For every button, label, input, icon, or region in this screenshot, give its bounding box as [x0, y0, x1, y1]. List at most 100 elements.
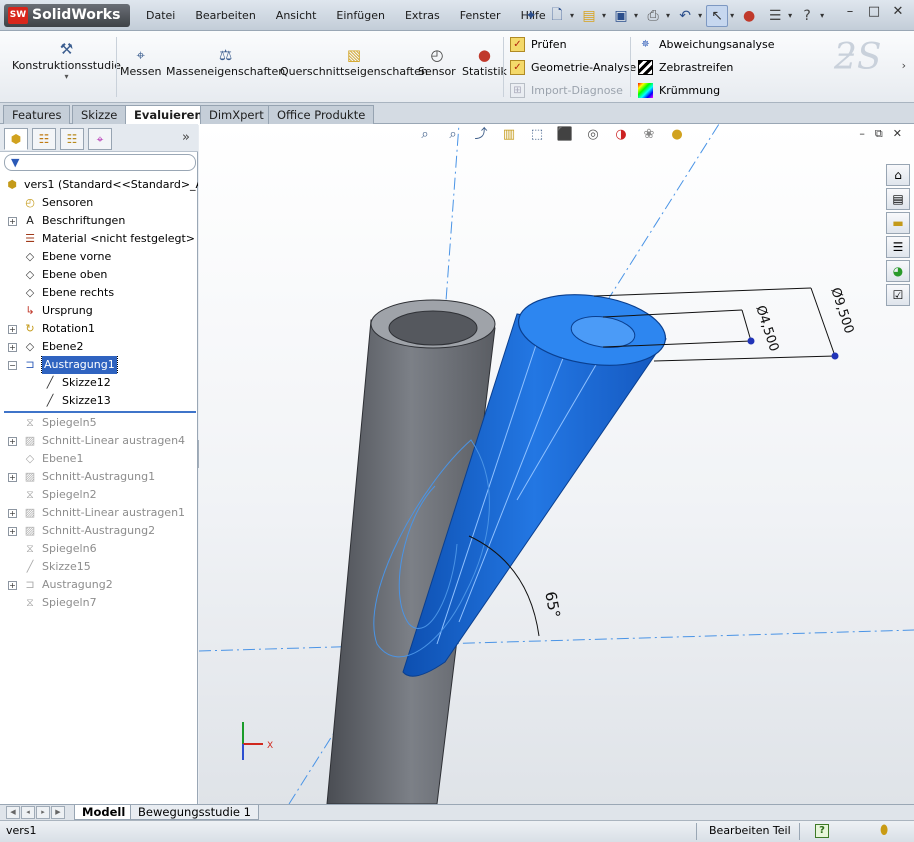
- undo-icon[interactable]: ↶: [674, 5, 696, 27]
- kruemmung-button[interactable]: Krümmung: [638, 80, 720, 100]
- open-dropdown-icon[interactable]: ▾: [602, 11, 606, 20]
- previous-view-icon[interactable]: ⤴: [471, 125, 491, 145]
- display-style-icon[interactable]: ⬛: [555, 125, 575, 145]
- tree-node[interactable]: ☰ Material <nicht festgelegt>: [0, 230, 198, 248]
- help-dropdown-icon[interactable]: ▾: [820, 11, 824, 20]
- view-palette-icon[interactable]: ☰: [886, 236, 910, 258]
- help-question-icon[interactable]: ?: [796, 5, 818, 27]
- first-tab-icon[interactable]: ◀: [6, 806, 20, 819]
- tab-office-produkte[interactable]: Office Produkte: [268, 105, 375, 124]
- select-arrow-icon[interactable]: ↖: [706, 4, 729, 27]
- property-manager-tab-icon[interactable]: ☷: [32, 128, 56, 150]
- feature-filter-input[interactable]: ▼: [4, 154, 196, 171]
- home-icon[interactable]: ⌂: [886, 164, 910, 186]
- pin-icon[interactable]: ✦: [520, 5, 542, 27]
- tree-node[interactable]: ⧖ Spiegeln7: [0, 594, 198, 612]
- menu-extras[interactable]: Extras: [395, 0, 450, 31]
- solidworks-logo[interactable]: SW SolidWorks: [4, 4, 130, 27]
- tree-node[interactable]: ╱ Skizze13: [0, 392, 198, 410]
- statistik-button[interactable]: ● Statistik: [462, 45, 507, 78]
- tree-node[interactable]: + ▨ Schnitt-Linear austragen1: [0, 504, 198, 522]
- abweichungsanalyse-button[interactable]: ✵ Abweichungsanalyse: [638, 34, 774, 54]
- menu-einfuegen[interactable]: Einfügen: [326, 0, 395, 31]
- pruefen-button[interactable]: ✓ Prüfen: [510, 34, 567, 54]
- command-manager-expand-icon[interactable]: ›: [902, 59, 906, 72]
- menu-bearbeiten[interactable]: Bearbeiten: [185, 0, 265, 31]
- tree-node[interactable]: + ▨ Schnitt-Linear austragen4: [0, 432, 198, 450]
- options-dropdown-icon[interactable]: ▾: [788, 11, 792, 20]
- hide-show-items-icon[interactable]: ◎: [583, 125, 603, 145]
- expand-toggle-icon[interactable]: +: [8, 217, 17, 226]
- tab-features[interactable]: Features: [3, 105, 71, 124]
- traffic-light-icon[interactable]: ●: [738, 5, 760, 27]
- tree-node[interactable]: ⧖ Spiegeln5: [0, 414, 198, 432]
- tab-skizze[interactable]: Skizze: [72, 105, 127, 124]
- edit-appearance-icon[interactable]: ◑: [611, 125, 631, 145]
- expand-toggle-icon[interactable]: +: [8, 581, 17, 590]
- appearances-icon[interactable]: ◕: [886, 260, 910, 282]
- save-icon[interactable]: ▣: [610, 5, 632, 27]
- tree-node[interactable]: ◇ Ebene rechts: [0, 284, 198, 302]
- tree-node[interactable]: + ⊐ Austragung2: [0, 576, 198, 594]
- messen-button[interactable]: ⌖ Messen: [120, 45, 161, 78]
- dimension-outer-diameter[interactable]: Ø9,500: [827, 286, 856, 336]
- open-folder-icon[interactable]: ▤: [578, 5, 600, 27]
- graphics-close-icon[interactable]: ✕: [893, 127, 902, 141]
- options-icon[interactable]: ☰: [764, 5, 786, 27]
- expand-toggle-icon[interactable]: +: [8, 437, 17, 446]
- angle-dimension-text[interactable]: 65°: [541, 590, 563, 619]
- graphics-area[interactable]: 65° Ø9,500 Ø4,500 X ⌕ ⌕ ⤴ ▥ ⬚ ⬛ ◎ ◑ ❀ ● …: [199, 124, 914, 804]
- rollback-bar[interactable]: [4, 411, 196, 413]
- expand-toggle-icon[interactable]: +: [8, 473, 17, 482]
- maximize-icon[interactable]: □: [866, 4, 882, 19]
- expand-toggle-icon[interactable]: +: [8, 509, 17, 518]
- tree-node[interactable]: + ▨ Schnitt-Austragung1: [0, 468, 198, 486]
- tree-node[interactable]: ╱ Skizze12: [0, 374, 198, 392]
- print-icon[interactable]: ⎙: [642, 5, 664, 27]
- graphics-restore-icon[interactable]: ⧉: [875, 127, 883, 141]
- file-explorer-icon[interactable]: ▬: [886, 212, 910, 234]
- model-viewport[interactable]: 65° Ø9,500 Ø4,500 X: [199, 124, 914, 804]
- apply-scene-icon[interactable]: ❀: [639, 125, 659, 145]
- menu-fenster[interactable]: Fenster: [450, 0, 511, 31]
- undo-dropdown-icon[interactable]: ▾: [698, 11, 702, 20]
- zoom-to-fit-icon[interactable]: ⌕: [415, 125, 435, 145]
- custom-properties-icon[interactable]: ☑: [886, 284, 910, 306]
- status-help-icon[interactable]: ?: [815, 824, 829, 838]
- feature-tree-tab-icon[interactable]: ⬢: [4, 128, 28, 150]
- design-library-icon[interactable]: ▤: [886, 188, 910, 210]
- new-document-icon[interactable]: 🗋: [546, 5, 568, 27]
- more-tabs-chevron-icon[interactable]: »: [182, 130, 190, 145]
- select-dropdown-icon[interactable]: ▾: [730, 11, 734, 20]
- tab-evaluieren[interactable]: Evaluieren: [125, 105, 212, 125]
- sensor-button[interactable]: ◴ Sensor: [418, 45, 456, 78]
- view-settings-icon[interactable]: ●: [667, 125, 687, 145]
- tree-node[interactable]: + ◇ Ebene2: [0, 338, 198, 356]
- graphics-minimize-icon[interactable]: –: [859, 127, 865, 141]
- tree-node[interactable]: + ▨ Schnitt-Austragung2: [0, 522, 198, 540]
- tree-node[interactable]: ⧖ Spiegeln2: [0, 486, 198, 504]
- tree-node[interactable]: ╱ Skizze15: [0, 558, 198, 576]
- import-diagnose-button[interactable]: ⊞ Import-Diagnose: [510, 80, 623, 100]
- save-dropdown-icon[interactable]: ▾: [634, 11, 638, 20]
- close-icon[interactable]: ✕: [890, 4, 906, 19]
- tree-node[interactable]: ◴ Sensoren: [0, 194, 198, 212]
- masseneigenschaften-button[interactable]: ⚖ Masseneigenschaften: [166, 45, 285, 78]
- view-orientation-icon[interactable]: ⬚: [527, 125, 547, 145]
- expand-toggle-icon[interactable]: +: [8, 325, 17, 334]
- new-dropdown-icon[interactable]: ▾: [570, 11, 574, 20]
- section-view-icon[interactable]: ▥: [499, 125, 519, 145]
- querschnittseigenschaften-button[interactable]: ▧ Querschnittseigenschaften: [280, 45, 428, 78]
- minimize-icon[interactable]: –: [842, 4, 858, 19]
- dimension-inner-diameter[interactable]: Ø4,500: [752, 304, 781, 354]
- configuration-manager-tab-icon[interactable]: ☷: [60, 128, 84, 150]
- expand-toggle-icon[interactable]: −: [8, 361, 17, 370]
- dimension-handle-inner[interactable]: [747, 337, 755, 345]
- tab-dimxpert[interactable]: DimXpert: [200, 105, 273, 124]
- tag-icon[interactable]: ⬮: [880, 823, 888, 838]
- last-tab-icon[interactable]: ▶: [51, 806, 65, 819]
- tree-node[interactable]: + ↻ Rotation1: [0, 320, 198, 338]
- zoom-to-area-icon[interactable]: ⌕: [443, 125, 463, 145]
- konstruktionsstudie-button[interactable]: ⚒ Konstruktionsstudie ▾: [12, 39, 121, 81]
- tree-node[interactable]: ◇ Ebene1: [0, 450, 198, 468]
